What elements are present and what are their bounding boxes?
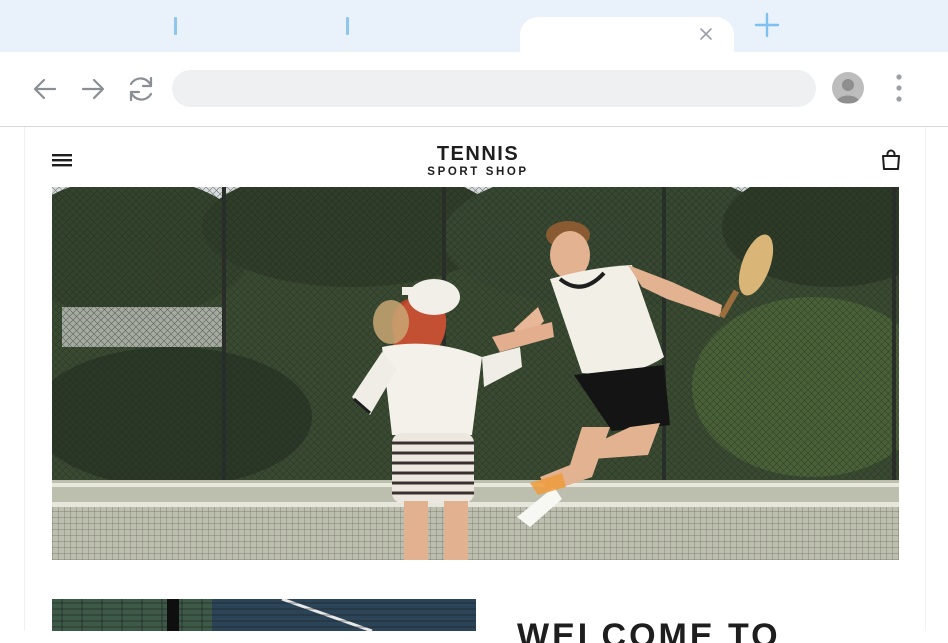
web-page: TENNIS SPORT SHOP WELCOME TO — [24, 127, 926, 643]
avatar-icon[interactable] — [832, 72, 864, 104]
reload-icon[interactable] — [126, 74, 156, 104]
welcome-heading: WELCOME TO — [517, 619, 781, 643]
brand-subtitle: SPORT SHOP — [427, 166, 529, 178]
address-bar[interactable] — [172, 70, 816, 107]
kebab-menu-icon[interactable] — [890, 73, 908, 105]
brand-title: TENNIS — [436, 143, 520, 165]
shopping-bag-icon[interactable] — [880, 149, 902, 171]
court-thumbnail — [52, 599, 476, 631]
plus-icon[interactable] — [754, 12, 780, 38]
site-logo[interactable]: TENNIS SPORT SHOP — [403, 143, 553, 179]
active-tab[interactable] — [520, 17, 734, 53]
hero-image — [52, 187, 899, 560]
arrow-left-icon[interactable] — [31, 75, 59, 103]
browser-toolbar — [0, 52, 948, 127]
hamburger-icon[interactable] — [52, 152, 72, 168]
close-icon[interactable] — [698, 26, 714, 42]
arrow-right-icon[interactable] — [79, 75, 107, 103]
tab-separator — [174, 17, 177, 35]
tab-separator — [346, 17, 349, 35]
tab-strip — [0, 0, 948, 53]
